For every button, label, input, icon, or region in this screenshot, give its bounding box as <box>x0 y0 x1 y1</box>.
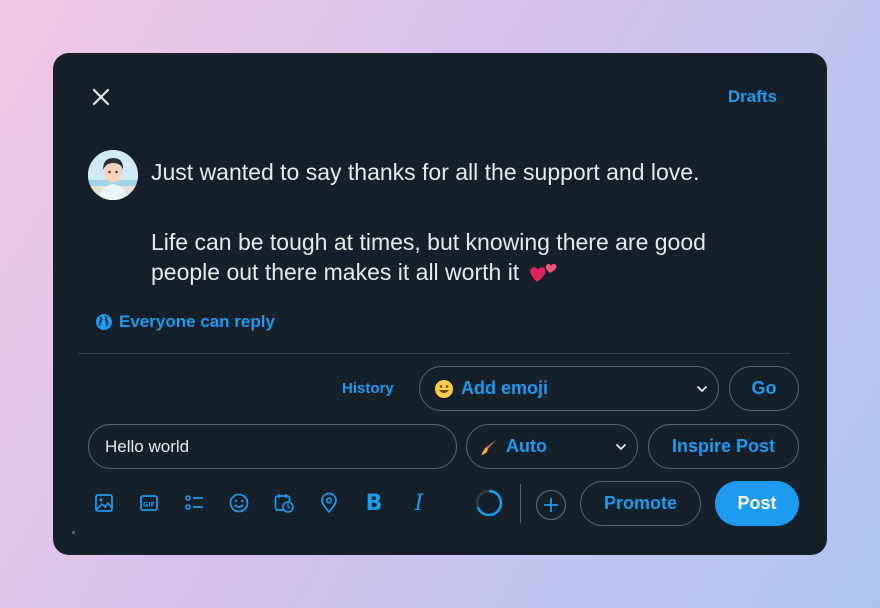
avatar[interactable] <box>88 150 138 200</box>
go-button[interactable]: Go <box>729 366 799 411</box>
paintbrush-icon <box>479 437 499 457</box>
reply-setting[interactable]: Everyone can reply <box>95 312 275 332</box>
drafts-button[interactable]: Drafts <box>728 87 777 107</box>
bold-icon[interactable]: B <box>362 491 386 516</box>
tweet-line-2a: Life can be tough at times, but knowing … <box>151 229 706 255</box>
post-button[interactable]: Post <box>715 481 799 526</box>
gif-icon[interactable]: GIF <box>137 491 161 515</box>
tweet-line-1: Just wanted to say thanks for all the su… <box>151 159 700 185</box>
chevron-down-icon <box>697 386 707 393</box>
tone-select-label: Auto <box>506 436 547 456</box>
schedule-icon[interactable] <box>272 491 296 515</box>
poll-icon[interactable] <box>182 491 206 515</box>
close-icon <box>92 88 110 106</box>
two-hearts-icon <box>530 263 557 282</box>
inspire-post-button[interactable]: Inspire Post <box>648 424 799 469</box>
image-icon[interactable] <box>92 491 116 515</box>
divider <box>78 353 790 354</box>
emoji-icon[interactable] <box>227 491 251 515</box>
tweet-line-2b: people out there makes it all worth it <box>151 257 801 287</box>
tweet-line-2b-text: people out there makes it all worth it <box>151 259 520 285</box>
svg-text:GIF: GIF <box>143 501 155 509</box>
emoji-select[interactable]: Add emoji <box>419 366 719 411</box>
tweet-text[interactable]: Just wanted to say thanks for all the su… <box>151 157 801 287</box>
add-post-button[interactable] <box>535 489 567 521</box>
text-input[interactable] <box>88 424 457 469</box>
grinning-emoji-icon <box>434 379 454 399</box>
tone-select[interactable]: Auto <box>466 424 638 469</box>
reply-setting-label: Everyone can reply <box>119 312 275 331</box>
globe-icon <box>96 314 112 330</box>
compose-modal: Drafts Just wanted to say thanks for all… <box>53 53 827 555</box>
chevron-down-icon <box>616 444 626 451</box>
emoji-select-label: Add emoji <box>461 378 549 398</box>
location-icon[interactable] <box>317 491 341 515</box>
promote-button[interactable]: Promote <box>580 481 701 526</box>
character-progress-icon <box>475 489 503 517</box>
history-button[interactable]: History <box>342 380 394 397</box>
toolbar-separator <box>520 484 521 523</box>
resize-handle <box>72 531 75 534</box>
italic-icon[interactable]: I <box>407 491 431 516</box>
close-button[interactable] <box>87 83 115 111</box>
